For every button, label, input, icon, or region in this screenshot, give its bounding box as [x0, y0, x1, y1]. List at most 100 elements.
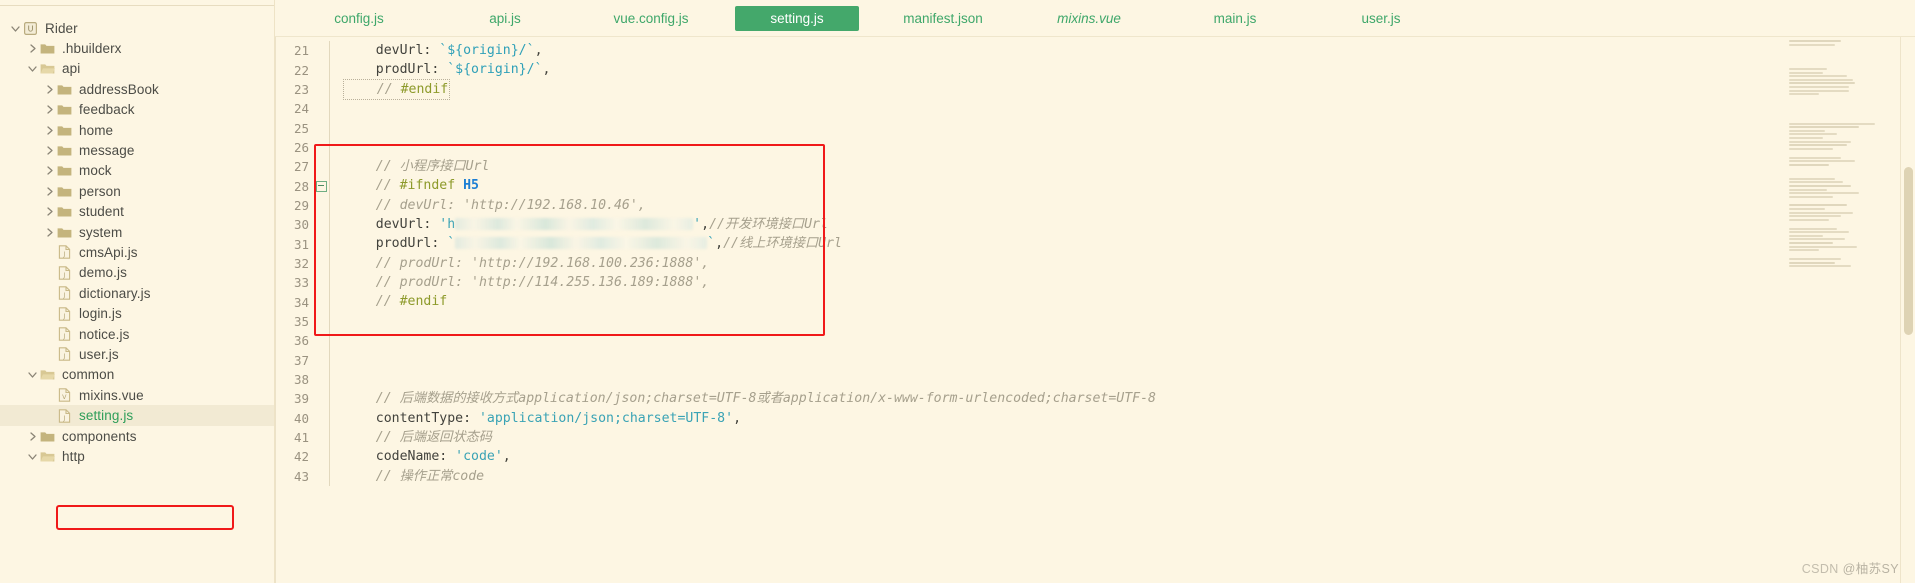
code-line[interactable]: 25	[275, 118, 1915, 138]
editor-tab-setting-js[interactable]: setting.js	[735, 6, 859, 31]
fold-toggle-icon[interactable]	[313, 180, 329, 192]
tree-item-student[interactable]: student	[0, 202, 274, 222]
editor-tab-api-js[interactable]: api.js	[443, 6, 567, 31]
tree-item-demo-js[interactable]: Jdemo.js	[0, 263, 274, 283]
minimap-line	[1789, 257, 1841, 260]
editor-tab-config-js[interactable]: config.js	[297, 6, 421, 31]
editor-tab-main-js[interactable]: main.js	[1173, 6, 1297, 31]
tree-item-user-js[interactable]: Juser.js	[0, 344, 274, 364]
code-line[interactable]: 38	[275, 369, 1915, 390]
chevron-right-icon[interactable]	[42, 104, 56, 115]
code-line[interactable]: 36	[275, 331, 1915, 351]
chevron-right-icon[interactable]	[42, 145, 56, 156]
tree-item-mock[interactable]: mock	[0, 161, 274, 181]
code-line[interactable]: 31 prodUrl: ` `,//线上环境接口Url	[275, 234, 1915, 254]
code-lines[interactable]: 21 devUrl: `${origin}/`, 22 prodUrl: `${o…	[275, 37, 1915, 486]
chevron-right-icon[interactable]	[42, 125, 56, 136]
tree-item-rider[interactable]: U Rider	[0, 18, 274, 38]
code-text: // 后端数据的接收方式application/json;charset=UTF…	[344, 391, 1156, 407]
folder-icon	[56, 183, 73, 199]
code-text: // prodUrl: 'http://192.168.100.236:1888…	[344, 255, 710, 271]
code-line[interactable]: 41 // 后端返回状态码	[275, 427, 1915, 448]
minimap-line	[1789, 89, 1849, 92]
tree-item-setting-js[interactable]: Jsetting.js	[0, 405, 274, 426]
tree-item-components[interactable]: components	[0, 426, 274, 446]
code-line[interactable]: 43 // 操作正常code	[275, 466, 1915, 486]
code-minimap[interactable]	[1789, 40, 1881, 460]
chevron-right-icon[interactable]	[25, 43, 39, 54]
tree-item-dictionary-js[interactable]: Jdictionary.js	[0, 283, 274, 303]
code-line[interactable]: 35	[275, 311, 1915, 332]
editor-tab-user-js[interactable]: user.js	[1319, 6, 1443, 31]
code-line[interactable]: 21 devUrl: `${origin}/`,	[275, 41, 1915, 61]
line-number: 41	[293, 430, 309, 446]
code-line[interactable]: 37	[275, 350, 1915, 370]
code-line[interactable]: 30 devUrl: 'h ',//开发环境接口Url	[275, 215, 1915, 235]
editor-tab-vue-config-js[interactable]: vue.config.js	[589, 6, 713, 31]
scrollbar-thumb[interactable]	[1904, 167, 1913, 335]
line-number: 29	[293, 197, 309, 213]
minimap-line	[1789, 167, 1881, 171]
code-line[interactable]: 28 // #ifndef H5	[275, 176, 1915, 196]
tree-item-person[interactable]: person	[0, 181, 274, 201]
chevron-down-icon[interactable]	[25, 451, 39, 462]
code-line[interactable]: 33 // prodUrl: 'http://114.255.136.189:1…	[275, 273, 1915, 293]
chevron-down-icon[interactable]	[8, 23, 22, 34]
editor-tab-bar[interactable]: config.js api.js vue.config.js setting.js ma…	[275, 0, 1915, 37]
editor-tab-mixins-vue[interactable]: mixins.vue	[1027, 6, 1151, 31]
chevron-down-icon[interactable]	[25, 63, 39, 74]
svg-text:J: J	[62, 353, 65, 361]
minimap-line	[1789, 234, 1823, 237]
chevron-right-icon[interactable]	[42, 84, 56, 95]
vue-file-icon: V	[56, 387, 73, 403]
code-line[interactable]: 27 // 小程序接口Url	[275, 157, 1915, 177]
tab-label: user.js	[1361, 11, 1401, 26]
code-line[interactable]: 34 // #endif	[275, 292, 1915, 312]
editor-tab-manifest-json[interactable]: manifest.json	[881, 6, 1005, 31]
tree-item--hbuilderx[interactable]: .hbuilderx	[0, 38, 274, 58]
tree-item-common[interactable]: common	[0, 365, 274, 385]
tree-item-notice-js[interactable]: Jnotice.js	[0, 324, 274, 344]
line-number: 42	[293, 449, 309, 465]
minimap-line	[1789, 52, 1881, 56]
project-file-tree[interactable]: U Rider .hbuilderx api addressBook feedback ho…	[0, 0, 274, 467]
tree-item-http[interactable]: http	[0, 446, 274, 466]
tree-item-message[interactable]: message	[0, 140, 274, 160]
gutter-separator	[329, 99, 330, 119]
tree-item-cmsapi-js[interactable]: JcmsApi.js	[0, 242, 274, 262]
minimap-line	[1789, 82, 1855, 85]
code-line[interactable]: 24	[275, 99, 1915, 119]
tree-item-label: http	[62, 448, 85, 464]
folder-icon	[56, 224, 73, 240]
minimap-line	[1789, 107, 1881, 111]
line-number: 33	[293, 275, 309, 291]
code-line[interactable]: 32 // prodUrl: 'http://192.168.100.236:1…	[275, 253, 1915, 274]
code-line[interactable]: 42 codeName: 'code',	[275, 447, 1915, 467]
chevron-right-icon[interactable]	[42, 186, 56, 197]
tree-item-system[interactable]: system	[0, 222, 274, 242]
tree-item-api[interactable]: api	[0, 59, 274, 79]
vertical-scrollbar[interactable]	[1901, 37, 1915, 583]
tree-item-login-js[interactable]: Jlogin.js	[0, 303, 274, 323]
code-line[interactable]: 39 // 后端数据的接收方式application/json;charset=…	[275, 389, 1915, 409]
tree-item-mixins-vue[interactable]: Vmixins.vue	[0, 385, 274, 405]
chevron-down-icon[interactable]	[25, 369, 39, 380]
code-line[interactable]: 40 contentType: 'application/json;charse…	[275, 408, 1915, 428]
code-text: devUrl: 'h ',//开发环境接口Url	[344, 217, 828, 233]
code-line[interactable]: 26	[275, 137, 1915, 158]
tree-item-addressbook[interactable]: addressBook	[0, 79, 274, 99]
tree-item-home[interactable]: home	[0, 120, 274, 140]
chevron-right-icon[interactable]	[42, 206, 56, 217]
gutter-separator	[329, 350, 330, 370]
chevron-right-icon[interactable]	[42, 165, 56, 176]
chevron-right-icon[interactable]	[42, 227, 56, 238]
code-line[interactable]: 22 prodUrl: `${origin}/`,	[275, 60, 1915, 80]
code-viewport[interactable]: 21 devUrl: `${origin}/`, 22 prodUrl: `${o…	[275, 37, 1915, 583]
line-number: 39	[293, 391, 309, 407]
code-text: // #ifndef H5	[344, 178, 479, 194]
code-line[interactable]: 29 // devUrl: 'http://192.168.10.46',	[275, 195, 1915, 216]
code-line[interactable]: 23 // #endif	[275, 78, 1915, 101]
tree-item-label: home	[79, 122, 114, 138]
tree-item-feedback[interactable]: feedback	[0, 100, 274, 120]
chevron-right-icon[interactable]	[25, 431, 39, 442]
